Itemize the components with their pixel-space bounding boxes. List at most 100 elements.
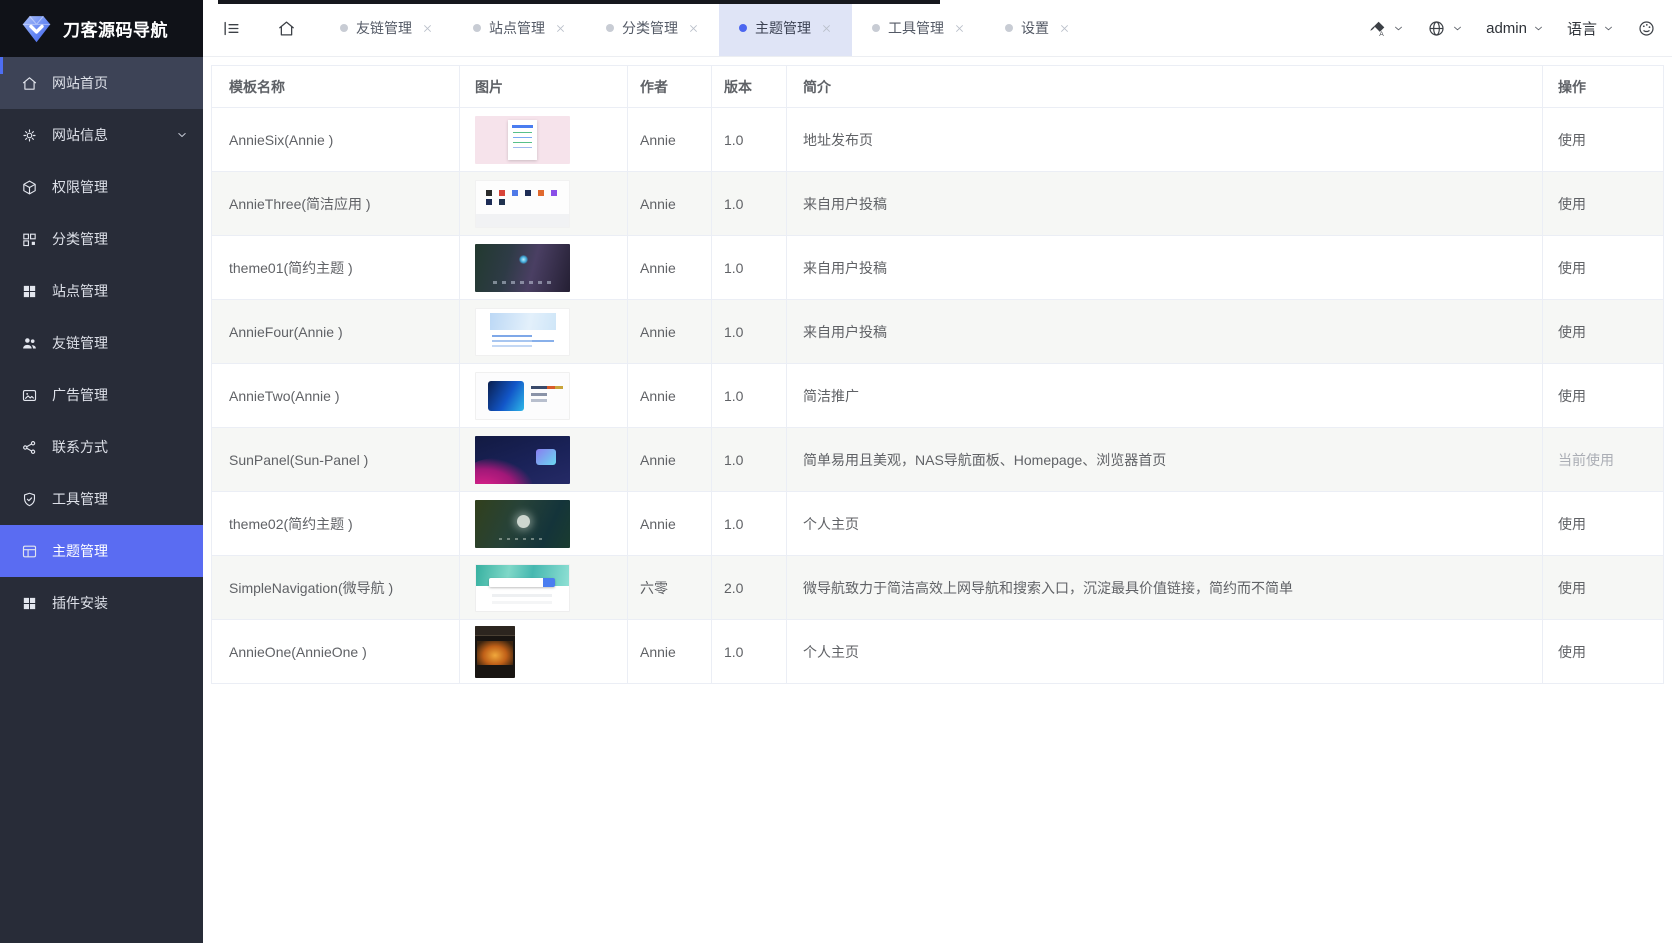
caret-down-icon: [1532, 22, 1545, 35]
tab-settings[interactable]: 设置: [985, 0, 1090, 56]
author: Annie: [640, 516, 676, 532]
table-header-row: 模板名称图片作者版本简介操作: [212, 66, 1663, 108]
description-cell: 简洁推广: [787, 364, 1543, 428]
tab-category[interactable]: 分类管理: [586, 0, 719, 56]
template-image-cell: [460, 236, 628, 300]
table-row: AnnieOne(AnnieOne )Annie1.0个人主页使用: [212, 620, 1663, 684]
users-icon: [21, 335, 38, 352]
sidebar-item-plugins[interactable]: 插件安装: [0, 577, 203, 629]
table-row: AnnieFour(Annie )Annie1.0来自用户投稿使用: [212, 300, 1663, 364]
sidebar-item-label: 主题管理: [52, 541, 108, 561]
author-cell: Annie: [628, 236, 712, 300]
sidebar-item-label: 分类管理: [52, 229, 108, 249]
sidebar-item-tools[interactable]: 工具管理: [0, 473, 203, 525]
template-image-cell: [460, 108, 628, 172]
template-name: SimpleNavigation(微导航 ): [229, 578, 393, 598]
author: Annie: [640, 260, 676, 276]
version-cell: 1.0: [712, 428, 787, 492]
sidebar-item-label: 广告管理: [52, 385, 108, 405]
sidebar-fold-icon[interactable]: [222, 19, 241, 38]
use-button[interactable]: 使用: [1558, 130, 1586, 150]
column-header: 作者: [628, 66, 712, 108]
tabs-scrollbar-thumb[interactable]: [218, 0, 940, 4]
version: 1.0: [724, 324, 743, 340]
description: 简单易用且美观，NAS导航面板、Homepage、浏览器首页: [803, 450, 1166, 470]
app-logo[interactable]: 刀客源码导航: [0, 0, 203, 57]
sidebar-item-home[interactable]: 网站首页: [0, 57, 203, 109]
sidebar-item-friend-links[interactable]: 友链管理: [0, 317, 203, 369]
use-button[interactable]: 使用: [1558, 578, 1586, 598]
breadcrumb-home-icon[interactable]: [277, 19, 296, 38]
sidebar-item-theme[interactable]: 主题管理: [0, 525, 203, 577]
use-button[interactable]: 使用: [1558, 386, 1586, 406]
use-button[interactable]: 使用: [1558, 258, 1586, 278]
sidebar-item-label: 权限管理: [52, 177, 108, 197]
sidebar-scrollbar-thumb[interactable]: [0, 57, 3, 74]
gear-icon: [21, 127, 38, 144]
tab-friend-links[interactable]: 友链管理: [320, 0, 453, 56]
version-cell: 1.0: [712, 108, 787, 172]
tab-site[interactable]: 站点管理: [453, 0, 586, 56]
close-icon[interactable]: [688, 23, 699, 34]
caret-down-icon: [1602, 22, 1615, 35]
description: 来自用户投稿: [803, 322, 887, 342]
theme-palette-icon[interactable]: [1637, 19, 1656, 38]
description: 个人主页: [803, 642, 859, 662]
template-name: SunPanel(Sun-Panel ): [229, 452, 368, 468]
sidebar-item-ads[interactable]: 广告管理: [0, 369, 203, 421]
version-cell: 1.0: [712, 172, 787, 236]
sidebar-item-site-info[interactable]: 网站信息: [0, 109, 203, 161]
close-icon[interactable]: [821, 23, 832, 34]
close-icon[interactable]: [555, 23, 566, 34]
template-image-cell: [460, 300, 628, 364]
template-thumbnail: [475, 436, 570, 484]
tab-theme[interactable]: 主题管理: [719, 0, 852, 56]
author: Annie: [640, 388, 676, 404]
use-button[interactable]: 使用: [1558, 514, 1586, 534]
column-header: 简介: [787, 66, 1543, 108]
author-cell: Annie: [628, 428, 712, 492]
template-image-cell: [460, 556, 628, 620]
version: 1.0: [724, 452, 743, 468]
template-name: AnnieOne(AnnieOne ): [229, 644, 367, 660]
tab-tools[interactable]: 工具管理: [852, 0, 985, 56]
template-image-cell: [460, 620, 628, 684]
user-dropdown[interactable]: admin: [1486, 20, 1545, 37]
template-thumbnail: [475, 372, 570, 420]
page-content: 模板名称图片作者版本简介操作 AnnieSix(Annie )Annie1.0地…: [203, 57, 1672, 943]
use-button[interactable]: 使用: [1558, 194, 1586, 214]
language-dropdown[interactable]: 语言: [1567, 18, 1615, 39]
version-cell: 1.0: [712, 364, 787, 428]
sidebar-item-permission[interactable]: 权限管理: [0, 161, 203, 213]
sidebar-item-category[interactable]: 分类管理: [0, 213, 203, 265]
description-cell: 个人主页: [787, 620, 1543, 684]
globe-dropdown[interactable]: [1427, 19, 1464, 38]
table-row: SimpleNavigation(微导航 )六零2.0微导航致力于简洁高效上网导…: [212, 556, 1663, 620]
navbar-right: A admin 语言: [1368, 18, 1656, 39]
tab-label: 设置: [1021, 18, 1049, 38]
use-button[interactable]: 使用: [1558, 322, 1586, 342]
close-icon[interactable]: [954, 23, 965, 34]
sidebar-item-contact[interactable]: 联系方式: [0, 421, 203, 473]
format-brush-dropdown[interactable]: A: [1368, 19, 1405, 38]
template-name: AnnieThree(简洁应用 ): [229, 194, 371, 214]
table-row: SunPanel(Sun-Panel ) Annie 1.0 简单易用且美观，NAS导…: [212, 428, 1663, 492]
table-row: AnnieTwo(Annie ) Annie 1.0简洁推广使用: [212, 364, 1663, 428]
description: 个人主页: [803, 514, 859, 534]
sidebar: 刀客源码导航 网站首页网站信息权限管理分类管理站点管理友链管理广告管理联系方式工…: [0, 0, 203, 943]
sidebar-item-label: 网站信息: [52, 125, 108, 145]
close-icon[interactable]: [1059, 23, 1070, 34]
table-row: AnnieSix(Annie )Annie1.0地址发布页使用: [212, 108, 1663, 172]
template-name-cell: AnnieTwo(Annie ): [212, 364, 460, 428]
close-icon[interactable]: [422, 23, 433, 34]
windows-icon: [21, 595, 38, 612]
template-name-cell: theme02(简约主题 ): [212, 492, 460, 556]
sidebar-item-site[interactable]: 站点管理: [0, 265, 203, 317]
sidebar-item-label: 网站首页: [52, 73, 108, 93]
sidebar-item-label: 站点管理: [52, 281, 108, 301]
template-name: AnnieSix(Annie ): [229, 132, 333, 148]
version-cell: 1.0: [712, 492, 787, 556]
globe-icon: [1427, 19, 1446, 38]
author-cell: Annie: [628, 108, 712, 172]
use-button[interactable]: 使用: [1558, 642, 1586, 662]
